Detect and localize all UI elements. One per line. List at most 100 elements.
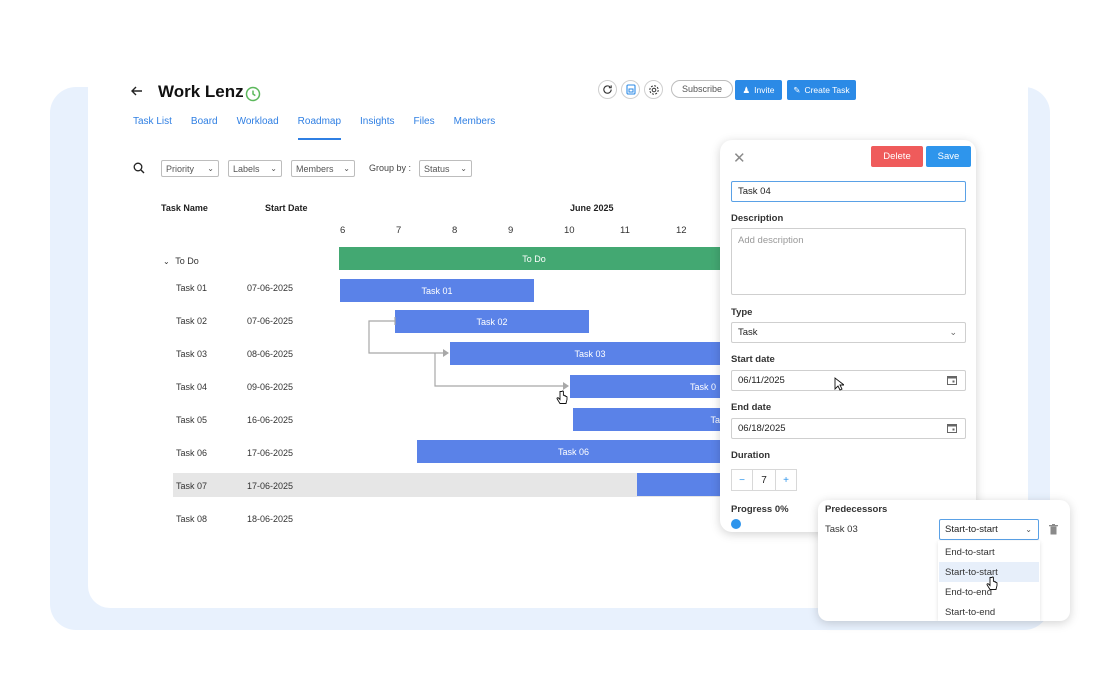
save-template-icon[interactable] [621,80,640,99]
subscribe-button[interactable]: Subscribe [671,80,733,98]
tab-board[interactable]: Board [191,116,218,140]
task-name[interactable]: Task 02 [176,316,207,326]
chevron-down-icon: ⌄ [343,164,350,173]
members-filter-label: Members [296,163,334,174]
chevron-down-icon: ⌄ [270,164,277,173]
duration-value[interactable]: 7 [753,469,775,491]
tab-files[interactable]: Files [413,116,434,140]
task-start-date: 08-06-2025 [247,349,294,359]
tab-members[interactable]: Members [454,116,496,140]
group-by-select[interactable]: Status ⌄ [419,160,472,177]
predecessor-task: Task 03 [825,524,858,535]
pencil-icon: ✎ [793,84,801,95]
timeline-day: 6 [340,225,346,236]
progress-slider[interactable] [731,519,741,529]
task-name[interactable]: Task 01 [176,283,207,293]
gantt-task-bar[interactable]: Task 01 [340,279,534,302]
dependency-type-select[interactable]: Start-to-start ⌄ [939,519,1039,540]
chevron-down-icon: ⌄ [949,327,957,337]
priority-filter[interactable]: Priority ⌄ [161,160,219,177]
search-icon[interactable] [133,161,145,179]
save-button[interactable]: Save [926,146,971,167]
chevron-down-icon: ⌄ [1025,525,1032,534]
task-name[interactable]: Task 04 [176,382,207,392]
calendar-icon[interactable] [947,423,957,435]
start-date-label: Start date [731,354,775,365]
group-by-label: Group by : [369,163,412,173]
task-start-date: 17-06-2025 [247,481,294,491]
progress-label: Progress 0% [731,504,789,515]
option-start-to-end[interactable]: Start-to-end [939,602,1039,621]
timeline-day: 11 [620,225,630,236]
type-label: Type [731,307,753,318]
end-date-input[interactable]: 06/18/2025 [731,418,966,439]
close-icon[interactable]: ✕ [733,149,746,167]
dependency-type-value: Start-to-start [945,524,998,535]
timeline-day: 7 [396,225,402,236]
members-filter[interactable]: Members ⌄ [291,160,355,177]
refresh-icon[interactable] [598,80,617,99]
gantt-task-bar[interactable]: Task 06 [417,440,730,463]
duration-label: Duration [731,450,771,461]
labels-filter[interactable]: Labels ⌄ [228,160,282,177]
gantt-group-bar[interactable]: To Do [339,247,729,270]
group-toggle-todo[interactable]: ⌄ To Do [163,256,199,266]
gantt-task-bar[interactable] [637,473,730,496]
task-name[interactable]: Task 05 [176,415,207,425]
page-title: Work Lenz [158,82,244,101]
tab-bar: Task List Board Workload Roadmap Insight… [133,116,514,140]
trash-icon[interactable] [1049,522,1058,540]
task-start-date: 17-06-2025 [247,448,294,458]
gantt-task-bar[interactable]: Task 02 [395,310,589,333]
invite-button[interactable]: ♟ Invite [735,80,782,100]
back-arrow-icon[interactable] [130,84,144,103]
tab-task-list[interactable]: Task List [133,116,172,140]
tab-workload[interactable]: Workload [237,116,279,140]
description-textarea[interactable]: Add description [731,228,966,295]
arrow-cursor-icon [834,377,846,396]
chevron-down-icon: ⌄ [163,257,170,266]
task-name[interactable]: Task 03 [176,349,207,359]
predecessors-title: Predecessors [825,504,888,515]
type-select[interactable]: Task ⌄ [731,322,966,343]
settings-gear-icon[interactable] [644,80,663,99]
calendar-icon[interactable] [947,375,957,387]
timeline-day: 12 [676,225,687,236]
invite-label: Invite [754,85,775,95]
timeline-day: 10 [564,225,575,236]
tab-roadmap[interactable]: Roadmap [297,116,342,140]
task-name[interactable]: Task 08 [176,514,207,524]
chevron-down-icon: ⌄ [207,164,214,173]
end-date-value: 06/18/2025 [738,423,786,434]
tab-insights[interactable]: Insights [360,116,394,140]
task-start-date: 09-06-2025 [247,382,294,392]
task-name[interactable]: Task 06 [176,448,207,458]
hand-cursor-icon [986,576,998,597]
duration-stepper: − 7 + [731,469,797,491]
user-plus-icon: ♟ [742,84,751,95]
labels-filter-label: Labels [233,163,260,174]
gantt-task-bar[interactable]: Ta [573,408,730,431]
timeline-day: 9 [508,225,514,236]
gantt-task-bar[interactable]: Task 03 [450,342,730,365]
task-start-date: 07-06-2025 [247,316,294,326]
option-end-to-start[interactable]: End-to-start [939,542,1039,562]
predecessors-popup: Predecessors Task 03 Start-to-start ⌄ En… [818,500,1070,621]
column-header-task-name: Task Name [161,203,208,213]
task-name[interactable]: Task 07 [176,481,207,491]
decrement-button[interactable]: − [731,469,753,491]
group-label: To Do [175,256,199,266]
column-header-start-date: Start Date [265,203,308,213]
create-task-button[interactable]: ✎ Create Task [787,80,856,100]
increment-button[interactable]: + [775,469,797,491]
timeline-day: 8 [452,225,458,236]
task-start-date: 18-06-2025 [247,514,294,524]
task-name-input[interactable]: Task 04 [731,181,966,202]
start-date-value: 06/11/2025 [738,375,785,386]
start-date-input[interactable]: 06/11/2025 [731,370,966,391]
type-value: Task [738,327,758,338]
gantt-task-bar[interactable]: Task 0 [570,375,730,398]
task-start-date: 07-06-2025 [247,283,294,293]
delete-button[interactable]: Delete [871,146,923,167]
clock-icon [245,86,261,102]
